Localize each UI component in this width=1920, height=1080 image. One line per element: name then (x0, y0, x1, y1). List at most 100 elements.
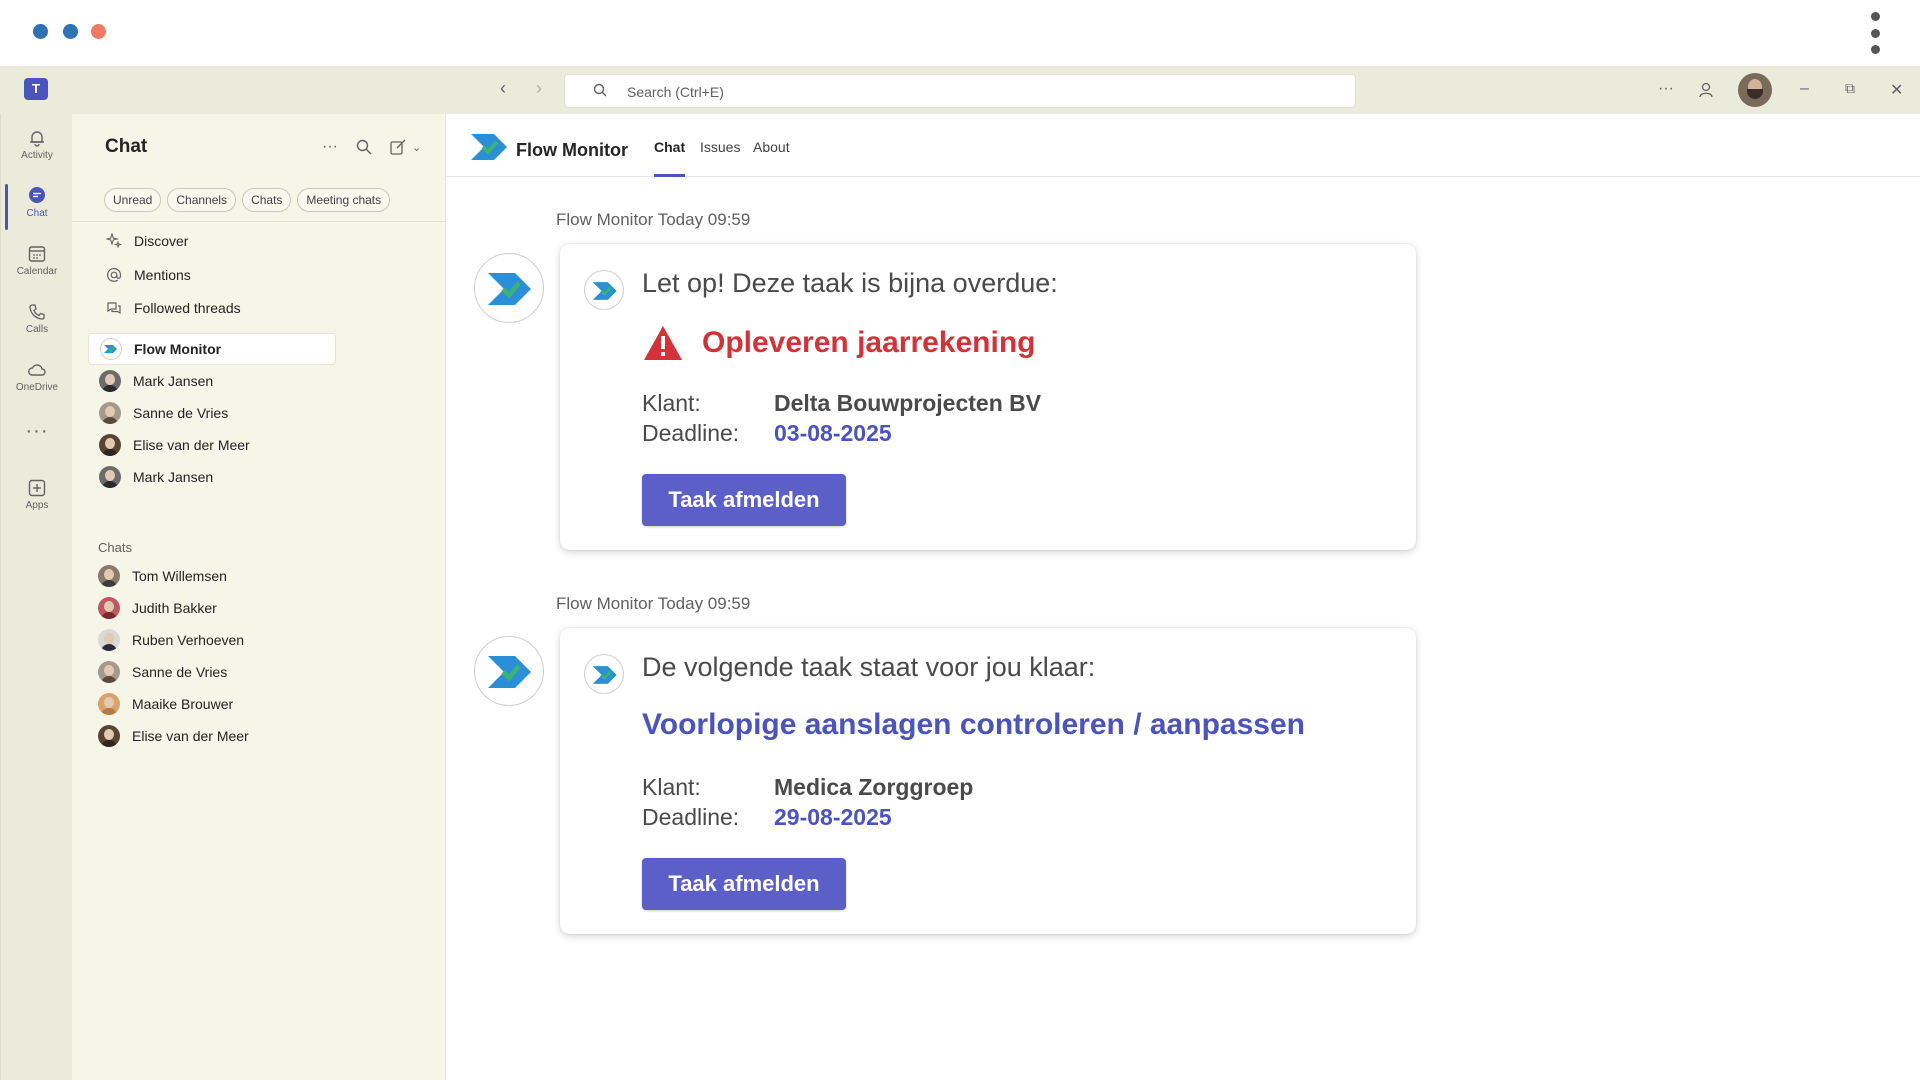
avatar (99, 466, 121, 488)
avatar (98, 693, 120, 715)
filter-chip-meeting-chats[interactable]: Meeting chats (297, 188, 391, 212)
people-settings-icon[interactable] (1698, 81, 1716, 99)
complete-task-button[interactable]: Taak afmelden (642, 474, 846, 526)
rail-item-apps[interactable]: Apps (1, 474, 73, 526)
pinned-chat[interactable]: Mark Jansen (88, 365, 336, 397)
flow-monitor-logo-icon (488, 273, 531, 305)
chat-item[interactable]: Ruben Verhoeven (98, 628, 244, 652)
chevron-down-icon[interactable]: ⌄ (412, 141, 421, 154)
window-dot-blue-2-icon[interactable] (63, 24, 78, 39)
klant-row: Klant: Delta Bouwprojecten BV (642, 390, 1041, 417)
flow-monitor-logo-icon (471, 134, 507, 160)
message-meta: Flow Monitor Today 09:59 (556, 594, 751, 613)
nav-item-followed-threads[interactable]: Followed threads (106, 296, 241, 320)
add-app-icon (28, 479, 46, 497)
klant-label: Klant: (642, 774, 701, 800)
pinned-chat[interactable]: Mark Jansen (88, 461, 336, 493)
app-header: Flow Monitor Chat Issues About (446, 114, 1920, 177)
klant-value: Delta Bouwprojecten BV (774, 390, 1042, 416)
new-chat-icon[interactable] (390, 139, 406, 155)
bot-avatar (474, 253, 544, 323)
more-options-icon[interactable]: ··· (322, 138, 338, 156)
chat-name: Elise van der Meer (132, 728, 249, 744)
chat-name: Maaike Brouwer (132, 696, 234, 712)
chat-name: Judith Bakker (132, 600, 217, 616)
avatar (98, 629, 120, 651)
flow-monitor-logo-icon (592, 282, 617, 300)
rail-item-onedrive[interactable]: OneDrive (1, 356, 73, 408)
flow-monitor-logo-icon (592, 666, 617, 684)
complete-task-button[interactable]: Taak afmelden (642, 858, 846, 910)
window-dot-orange-icon[interactable] (91, 24, 106, 39)
nav-label: Mentions (134, 267, 191, 283)
chat-name: Mark Jansen (133, 469, 214, 485)
klant-value: Medica Zorggroep (774, 774, 974, 800)
search-input[interactable]: Search (Ctrl+E) (564, 74, 1356, 108)
pinned-chat-flow-monitor[interactable]: Flow Monitor (88, 333, 336, 365)
klant-label: Klant: (642, 390, 701, 416)
avatar (98, 661, 120, 683)
chat-name: Tom Willemsen (132, 568, 227, 584)
chats-section-label: Chats (98, 540, 132, 555)
tab-issues[interactable]: Issues (700, 139, 740, 177)
tab-chat[interactable]: Chat (654, 139, 686, 177)
more-options-icon[interactable]: ··· (1658, 80, 1674, 98)
chat-list-pane: Chat ··· ⌄ Unread Channels Chats Meeting… (72, 114, 446, 1080)
deadline-label: Deadline: (642, 804, 740, 830)
rail-label: Calls (25, 324, 49, 335)
card-logo (584, 270, 624, 310)
flow-monitor-logo-icon (100, 338, 122, 360)
rail-item-chat[interactable]: Chat (1, 182, 73, 234)
adaptive-card: De volgende taak staat voor jou klaar: V… (560, 628, 1416, 934)
card-logo (584, 654, 624, 694)
user-avatar[interactable] (1738, 73, 1772, 107)
chat-item[interactable]: Sanne de Vries (98, 660, 227, 684)
chat-item[interactable]: Elise van der Meer (98, 724, 249, 748)
minimize-icon[interactable]: – (1800, 80, 1809, 98)
browser-chrome (0, 0, 1920, 66)
tab-about[interactable]: About (753, 139, 790, 177)
rail-label: Calendar (16, 266, 58, 277)
restore-icon[interactable]: ⧉ (1845, 80, 1855, 97)
nav-item-mentions[interactable]: Mentions (106, 263, 191, 287)
search-icon[interactable] (356, 139, 372, 155)
pinned-chat[interactable]: Elise van der Meer (88, 429, 336, 461)
filter-chip-unread[interactable]: Unread (104, 188, 162, 212)
calendar-icon (28, 246, 46, 262)
rail-item-calendar[interactable]: Calendar (1, 240, 73, 292)
nav-item-discover[interactable]: Discover (106, 229, 188, 253)
close-icon[interactable]: ✕ (1890, 80, 1903, 100)
conversation-view: Flow Monitor Chat Issues About Flow Moni… (446, 114, 1920, 1080)
title-bar: T ‹ › Search (Ctrl+E) ··· – ⧉ ✕ (0, 66, 1920, 114)
window-dot-blue-1-icon[interactable] (33, 24, 48, 39)
chat-item[interactable]: Judith Bakker (98, 596, 217, 620)
message-meta: Flow Monitor Today 09:59 (556, 210, 751, 229)
app-name: Flow Monitor (516, 140, 628, 160)
task-name: Opleveren jaarrekening (702, 326, 1036, 359)
bell-icon (30, 131, 44, 147)
chat-name: Sanne de Vries (132, 664, 228, 680)
chat-name: Sanne de Vries (133, 405, 229, 421)
back-arrow-icon[interactable]: ‹ (500, 78, 506, 99)
divider (72, 221, 446, 222)
filter-chip-channels[interactable]: Channels (167, 188, 237, 212)
avatar (98, 597, 120, 619)
chat-item[interactable]: Tom Willemsen (98, 564, 227, 588)
threads-icon (107, 302, 121, 315)
avatar (98, 565, 120, 587)
deadline-row: Deadline: 29-08-2025 (642, 804, 892, 831)
pinned-chat[interactable]: Sanne de Vries (88, 397, 336, 429)
forward-arrow-icon[interactable]: › (536, 78, 542, 99)
rail-item-activity[interactable]: Activity (1, 124, 73, 176)
klant-row: Klant: Medica Zorggroep (642, 774, 973, 801)
rail-item-calls[interactable]: Calls (1, 298, 73, 350)
filter-chip-chats[interactable]: Chats (242, 188, 292, 212)
chat-name: Flow Monitor (134, 341, 222, 357)
chat-name: Ruben Verhoeven (132, 632, 245, 648)
flow-monitor-logo-icon (488, 656, 531, 688)
chat-name: Mark Jansen (133, 373, 214, 389)
chat-item[interactable]: Maaike Brouwer (98, 692, 233, 716)
more-apps-icon[interactable]: ··· (1, 420, 73, 443)
browser-menu-icon[interactable] (1870, 12, 1880, 54)
rail-label: Chat (26, 208, 48, 219)
